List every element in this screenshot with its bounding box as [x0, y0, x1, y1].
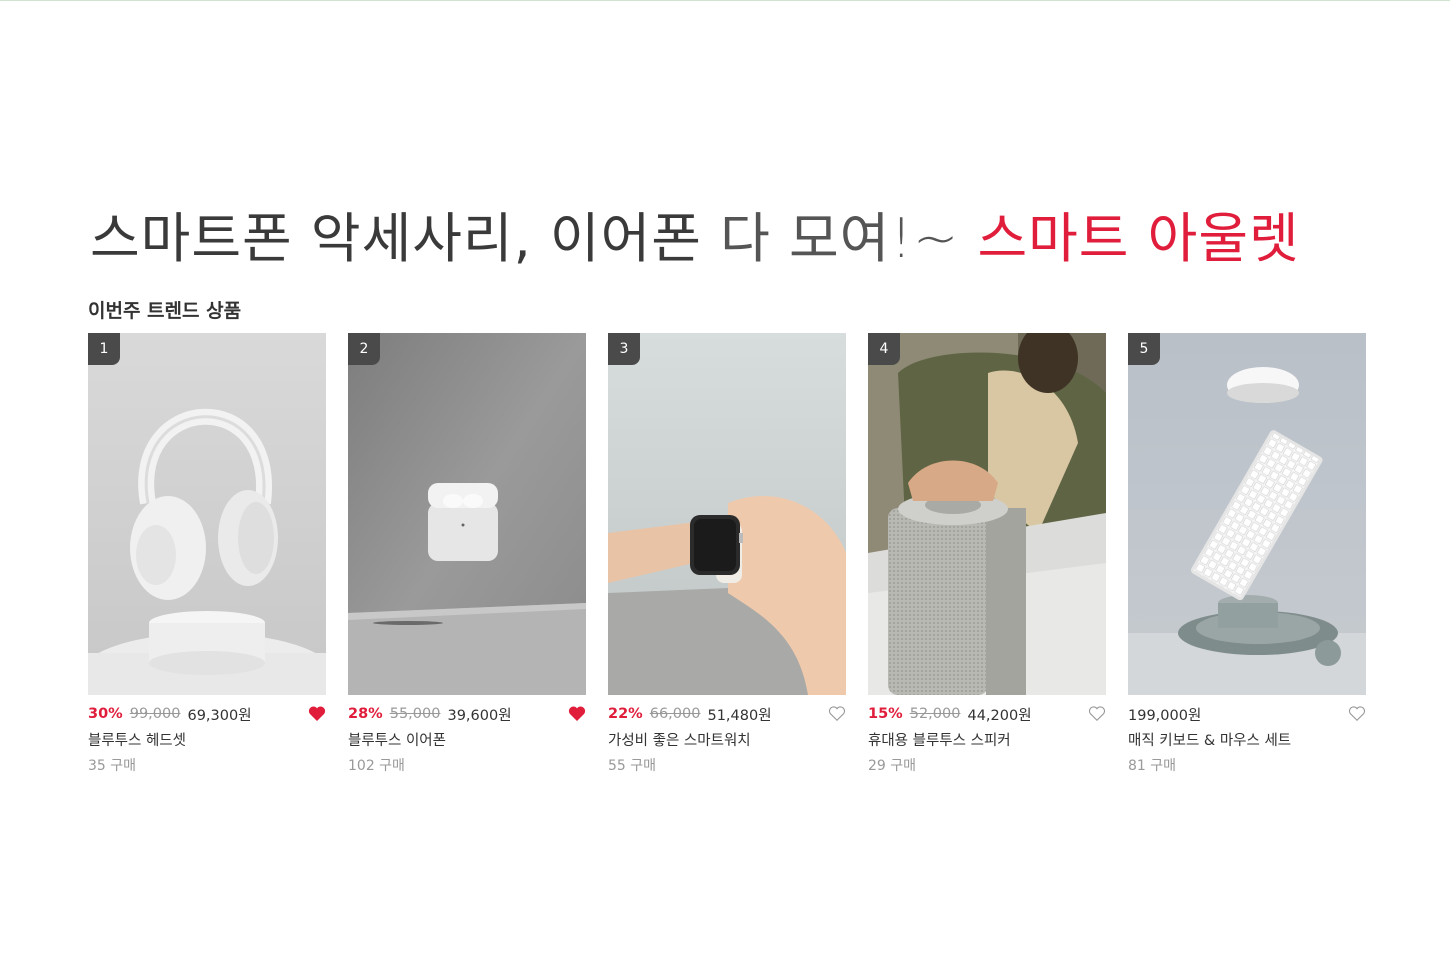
rank-badge: 3	[608, 333, 640, 365]
product-card[interactable]: 2 28% 55,000 39,600원 블루투스 이어폰 102 구매	[348, 333, 586, 775]
heart-outline-icon[interactable]	[1088, 705, 1106, 722]
original-price: 55,000	[389, 706, 441, 722]
rank-badge: 4	[868, 333, 900, 365]
sale-price: 199,000원	[1128, 707, 1202, 724]
headline-part-2: 다 모여!~	[720, 207, 960, 270]
price-row: 30% 99,000 69,300원	[88, 704, 326, 724]
purchase-count: 102 구매	[348, 758, 405, 774]
headphones-illustration	[88, 333, 326, 695]
heart-filled-icon[interactable]	[568, 705, 586, 722]
price-row: 15% 52,000 44,200원	[868, 704, 1106, 724]
product-image-smartwatch[interactable]: 3	[608, 333, 846, 695]
product-card[interactable]: 3 22% 66,000 51,480원 가성비 좋은 스마트워치 55 구매	[608, 333, 846, 775]
product-card[interactable]: 1 30% 99,000 69,300원 블루투스 헤드셋 35 구매	[88, 333, 326, 775]
rank-badge: 5	[1128, 333, 1160, 365]
price-row: 22% 66,000 51,480원	[608, 704, 846, 724]
product-name[interactable]: 휴대용 블루투스 스피커	[868, 729, 1106, 750]
rank-badge: 1	[88, 333, 120, 365]
discount-rate: 30%	[88, 706, 123, 722]
product-card[interactable]: 4 15% 52,000 44,200원 휴대용 블루투스 스피커 29 구매	[868, 333, 1106, 775]
original-price: 52,000	[909, 706, 961, 722]
purchase-count: 55 구매	[608, 758, 657, 774]
headline-brand: 스마트 아울렛	[977, 207, 1300, 270]
headline-part-1: 스마트폰 악세사리, 이어폰	[90, 207, 702, 270]
product-image-earbuds[interactable]: 2	[348, 333, 586, 695]
product-name[interactable]: 가성비 좋은 스마트워치	[608, 729, 846, 750]
price-row: 28% 55,000 39,600원	[348, 704, 586, 724]
smartwatch-illustration	[608, 333, 846, 695]
heart-outline-icon[interactable]	[1348, 705, 1366, 722]
purchase-count: 35 구매	[88, 758, 137, 774]
discount-rate: 28%	[348, 706, 383, 722]
discount-rate: 22%	[608, 706, 643, 722]
product-image-keyboard[interactable]: 5	[1128, 333, 1366, 695]
product-name[interactable]: 매직 키보드 & 마우스 세트	[1128, 729, 1366, 750]
sale-price: 69,300원	[187, 707, 252, 724]
product-grid: 1 30% 99,000 69,300원 블루투스 헤드셋 35 구매 2 28…	[88, 333, 1366, 775]
original-price: 66,000	[649, 706, 701, 722]
product-card[interactable]: 5 199,000원 매직 키보드 & 마우스 세트 81 구매	[1128, 333, 1366, 775]
rank-badge: 2	[348, 333, 380, 365]
original-price: 99,000	[129, 706, 181, 722]
section-title: 이번주 트렌드 상품	[88, 300, 242, 322]
page-headline: 스마트폰 악세사리, 이어폰 다 모여!~ 스마트 아울렛	[90, 207, 1390, 271]
sale-price: 44,200원	[967, 707, 1032, 724]
discount-rate: 15%	[868, 706, 903, 722]
product-name[interactable]: 블루투스 이어폰	[348, 729, 586, 750]
product-image-speaker[interactable]: 4	[868, 333, 1106, 695]
heart-outline-icon[interactable]	[828, 705, 846, 722]
sale-price: 39,600원	[447, 707, 512, 724]
product-image-headphones[interactable]: 1	[88, 333, 326, 695]
sale-price: 51,480원	[707, 707, 772, 724]
product-name[interactable]: 블루투스 헤드셋	[88, 729, 326, 750]
purchase-count: 29 구매	[868, 758, 917, 774]
price-row: 199,000원	[1128, 704, 1366, 724]
earbuds-illustration	[348, 333, 586, 695]
heart-filled-icon[interactable]	[308, 705, 326, 722]
speaker-illustration	[868, 333, 1106, 695]
keyboard-illustration	[1128, 333, 1366, 695]
purchase-count: 81 구매	[1128, 758, 1177, 774]
